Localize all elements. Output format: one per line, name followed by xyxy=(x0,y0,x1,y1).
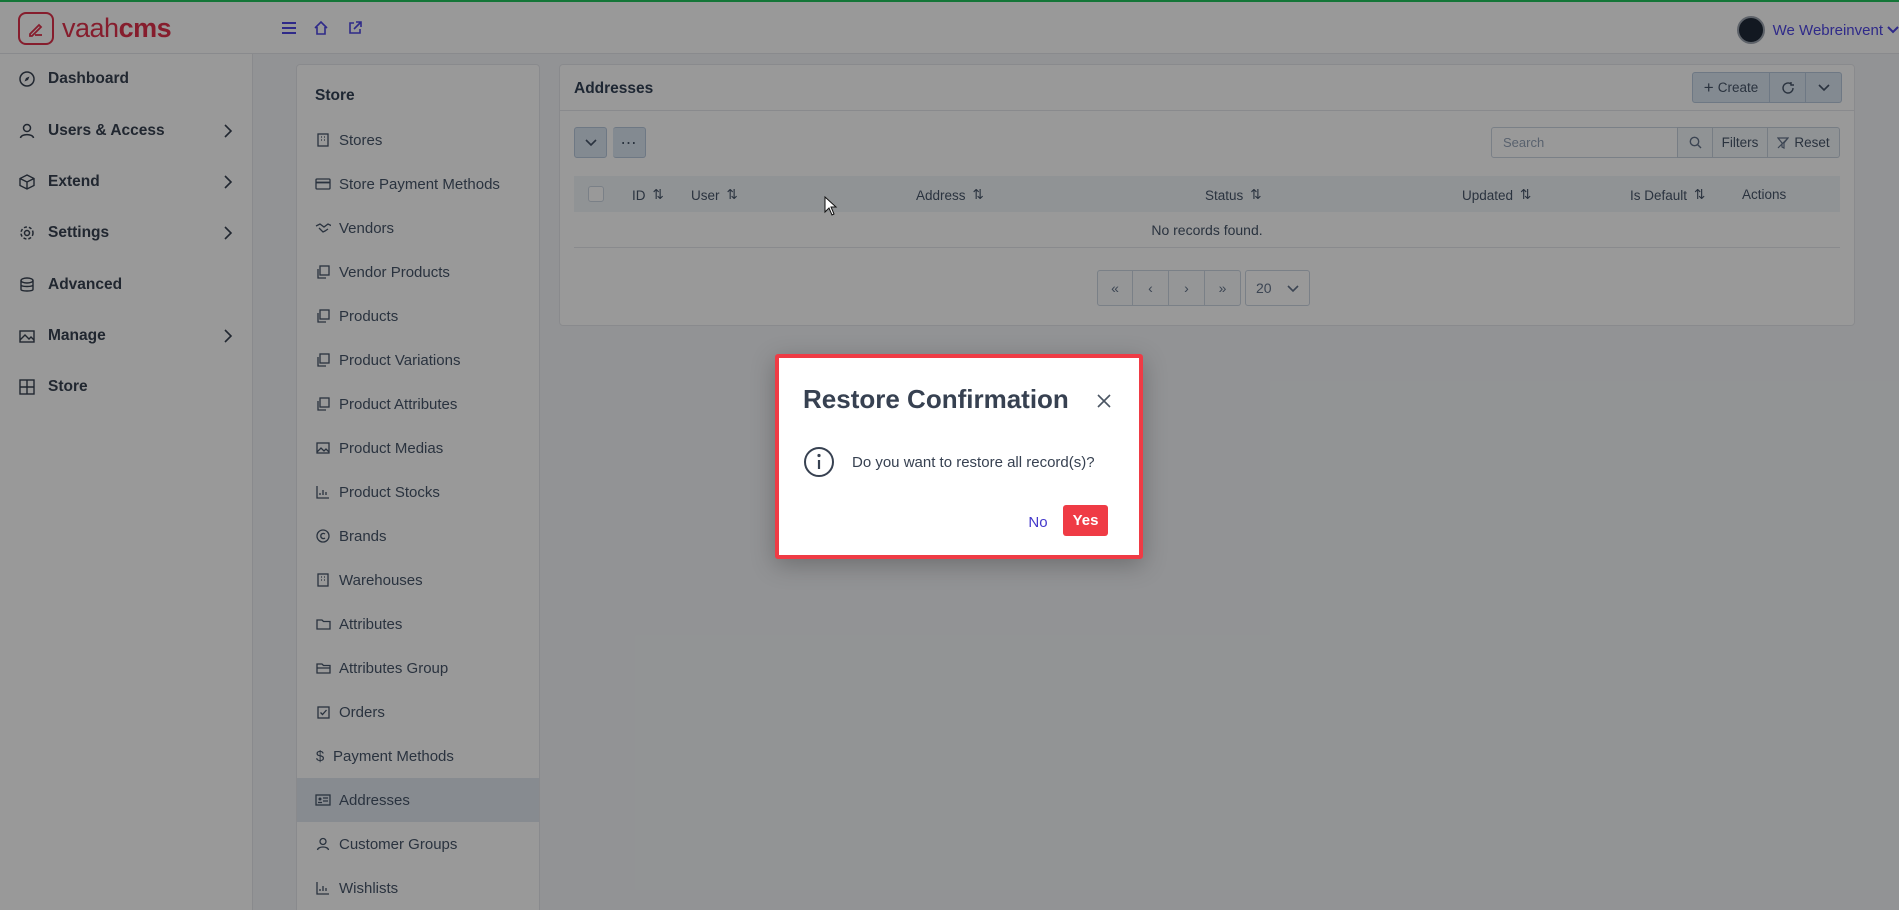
close-button[interactable] xyxy=(1095,392,1113,410)
mouse-cursor-icon xyxy=(824,196,838,216)
info-icon xyxy=(803,446,835,478)
dialog-title: Restore Confirmation xyxy=(803,384,1069,414)
close-icon xyxy=(1097,394,1111,408)
yes-button[interactable]: Yes xyxy=(1063,505,1108,536)
restore-confirmation-dialog: Restore Confirmation Do you want to rest… xyxy=(775,354,1143,559)
no-button[interactable]: No xyxy=(1020,507,1056,538)
dialog-message: Do you want to restore all record(s)? xyxy=(852,454,1095,471)
